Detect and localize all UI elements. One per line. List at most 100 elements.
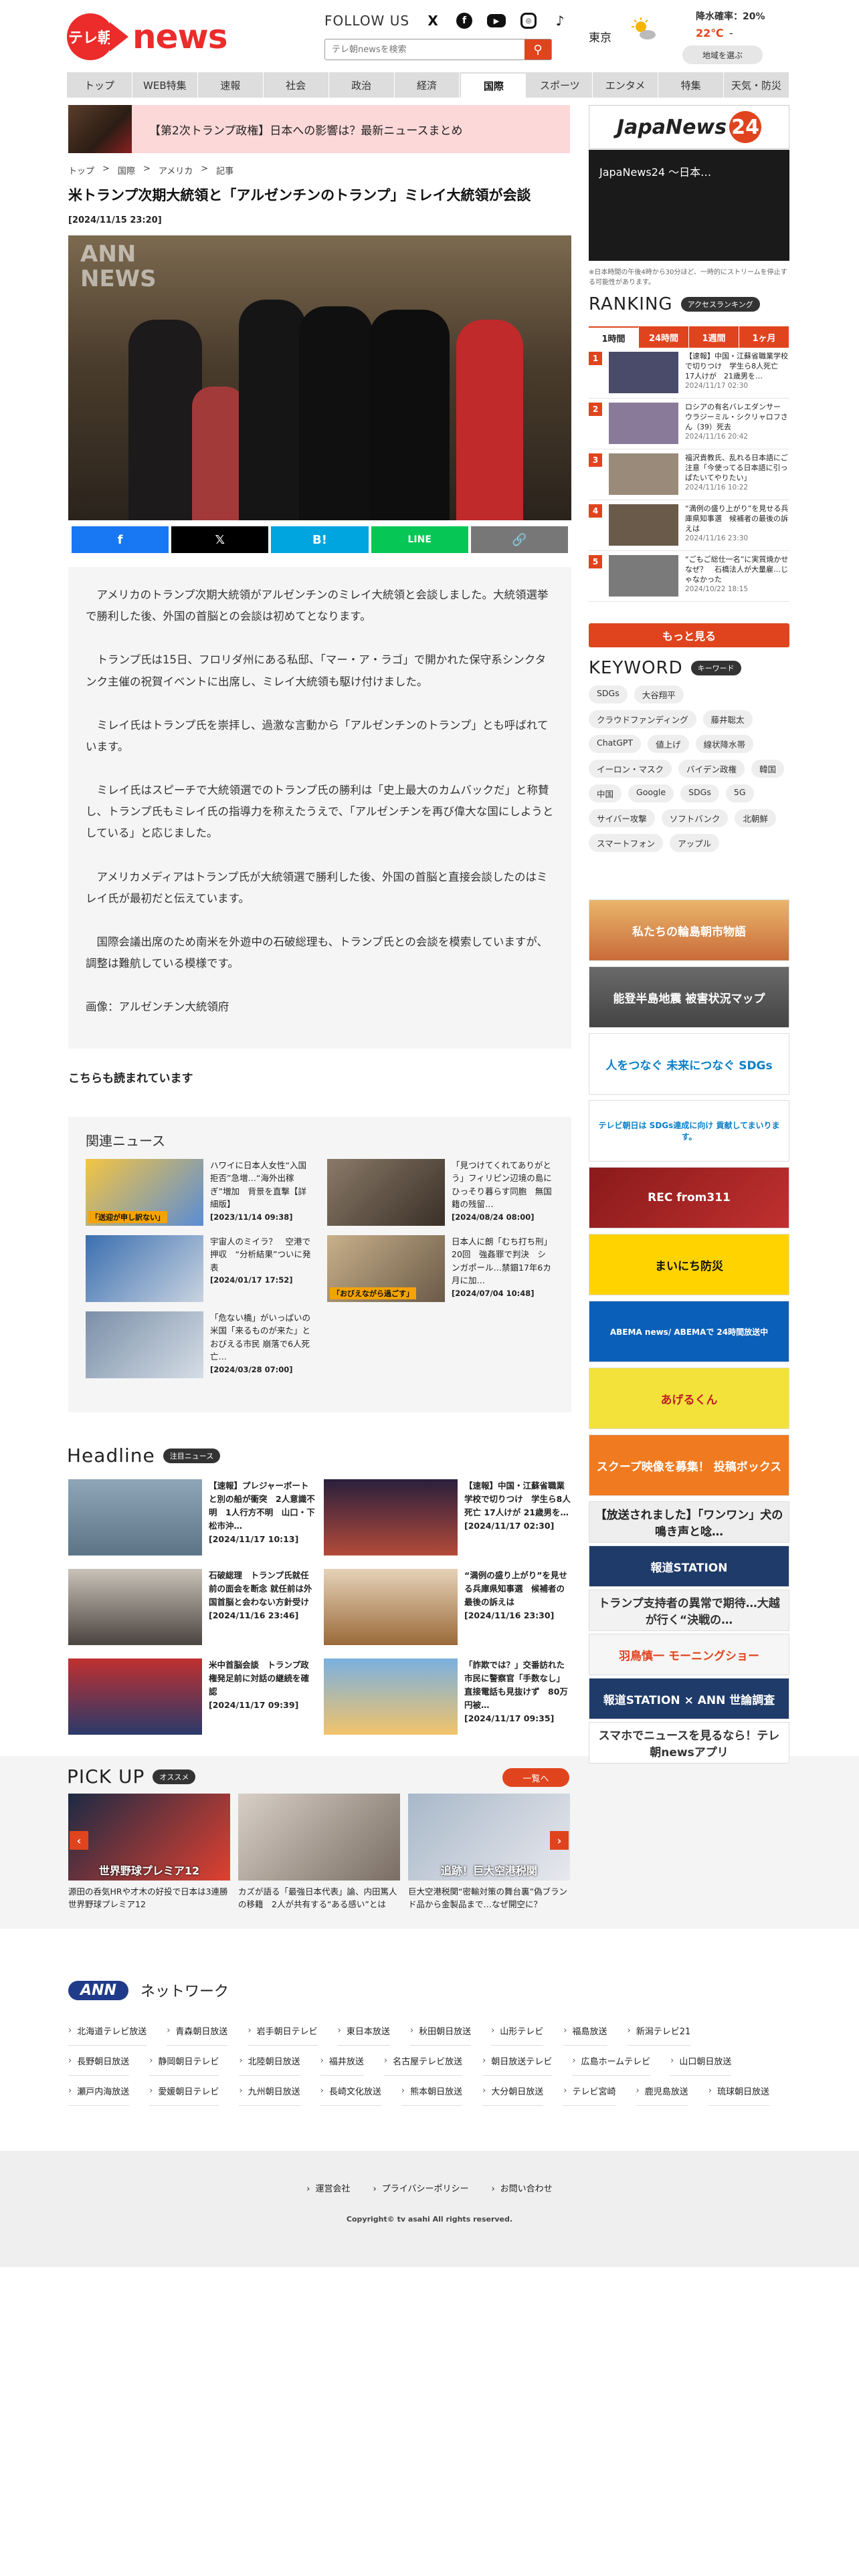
tiktok-icon[interactable]: ♪: [551, 12, 569, 29]
pickup-item[interactable]: 追跡！巨大空港税関 巨大空港税関“密輸対策の舞台裏”偽ブランド品から金製品まで…な…: [408, 1794, 570, 1911]
network-station-link[interactable]: 秋田朝日放送: [409, 2016, 472, 2046]
ranking-item[interactable]: 2 ロシアの有名バレエダンサー ウラジーミル・シクリャロフさん（39）死去 2024…: [589, 399, 789, 449]
ranking-item[interactable]: 4 “満例の盛り上がり”を見せる兵庫県知事選 候補者の最後の訴えは 2024/11/…: [589, 500, 789, 551]
sidebar-banner[interactable]: 報道STATION × ANN 世論調査: [589, 1678, 789, 1719]
keyword-tag[interactable]: Google: [628, 784, 674, 802]
share-line-button[interactable]: LINE: [371, 526, 468, 553]
network-station-link[interactable]: 広島ホームテレビ: [572, 2046, 651, 2076]
related-news-item[interactable]: 「危ない橋」がいっぱいの米国「来るものが来た」とおびえる市民 崩落で6人死亡… […: [86, 1311, 312, 1378]
nav-item[interactable]: 政治: [329, 72, 395, 98]
live-stream-player[interactable]: JapaNews24 ～日本…: [589, 150, 789, 261]
network-station-link[interactable]: 北海道テレビ放送: [68, 2016, 147, 2046]
carousel-prev-icon[interactable]: ‹: [70, 1831, 88, 1850]
sidebar-banner[interactable]: 私たちの輪島朝市物語: [589, 899, 789, 961]
sidebar-banner[interactable]: スマホでニュースを見るなら！テレ朝newsアプリ: [589, 1722, 789, 1763]
nav-item[interactable]: 社会: [264, 72, 329, 98]
network-station-link[interactable]: 東日本放送: [337, 2016, 390, 2046]
search-icon[interactable]: ⚲: [524, 39, 551, 60]
sidebar-banner[interactable]: あげるくん: [589, 1368, 789, 1429]
keyword-tag[interactable]: SDGs: [680, 784, 719, 802]
headline-item[interactable]: “満例の盛り上がり”を見せる兵庫県知事選 候補者の最後の訴えは [2024/11/…: [324, 1569, 571, 1645]
instagram-icon[interactable]: ◎: [520, 13, 537, 29]
network-station-link[interactable]: 新潟テレビ21: [627, 2016, 691, 2046]
sidebar-banner[interactable]: トランプ支持者の異常で期待…大越が行く“決戦の…: [589, 1590, 789, 1631]
sidebar-banner[interactable]: 人をつなぐ 未来につなぐ SDGs: [589, 1033, 789, 1095]
share-facebook-button[interactable]: f: [72, 526, 169, 553]
keyword-tag[interactable]: ChatGPT: [589, 735, 642, 753]
nav-item[interactable]: 国際: [460, 72, 528, 98]
keyword-tag[interactable]: クラウドファンディング: [589, 710, 696, 728]
tab-24hour[interactable]: 24時間: [639, 326, 689, 348]
ranking-more-button[interactable]: もっと見る: [589, 623, 789, 647]
select-region-button[interactable]: 地域を選ぶ: [682, 45, 763, 64]
ranking-item[interactable]: 1 【速報】中国・江蘇省職業学校で切りつけ 学生ら8人死亡 17人けが 21歳男を…: [589, 348, 789, 399]
network-station-link[interactable]: 山口朝日放送: [670, 2046, 732, 2076]
nav-item[interactable]: 天気・防災: [724, 72, 789, 98]
headline-item[interactable]: 石破総理 トランプ氏就任前の面会を断念 就任前は外国首脳と会わない方針受け [20…: [68, 1569, 316, 1645]
network-station-link[interactable]: 愛媛朝日テレビ: [149, 2076, 219, 2106]
sidebar-banner[interactable]: 報道STATION: [589, 1545, 789, 1587]
tab-1month[interactable]: 1ヶ月: [739, 326, 789, 348]
pickup-list-button[interactable]: 一覧へ: [502, 1768, 569, 1787]
breadcrumb-america[interactable]: アメリカ: [159, 164, 193, 177]
keyword-tag[interactable]: 線状降水帯: [695, 735, 754, 753]
sidebar-banner[interactable]: 能登半島地震 被害状況マップ: [589, 966, 789, 1028]
footer-privacy-link[interactable]: プライバシーポリシー: [373, 2181, 469, 2194]
keyword-tag[interactable]: 北朝鮮: [735, 809, 776, 827]
headline-item[interactable]: 【速報】中国・江蘇省職業学校で切りつけ 学生ら8人死亡 17人けが 21歳男を……: [324, 1479, 571, 1555]
sidebar-banner[interactable]: まいにち防災: [589, 1234, 789, 1295]
tab-1week[interactable]: 1週間: [689, 326, 739, 348]
japannews24-banner[interactable]: JapaNews 24: [589, 105, 789, 149]
network-station-link[interactable]: 福島放送: [563, 2016, 607, 2046]
ranking-item[interactable]: 3 福沢貴教氏、乱れる日本語にご注意「今使ってる日本語に引っぱたいてやりたい」 20…: [589, 449, 789, 500]
related-news-item[interactable]: 「見つけてくれてありがとう」フィリピン辺境の島にひっそり暮らす同胞 無国籍の残留…: [327, 1159, 554, 1226]
sidebar-banner[interactable]: 【放送されました】「ワンワン」犬の鳴き声と唸…: [589, 1501, 789, 1543]
network-station-link[interactable]: 熊本朝日放送: [401, 2076, 463, 2106]
headline-item[interactable]: 「詐欺では？」交番訪れた市民に警察官「手数なし」直接電話も見抜けず 80万円被……: [324, 1658, 571, 1735]
nav-item[interactable]: 経済: [395, 72, 460, 98]
network-station-link[interactable]: 岩手朝日テレビ: [248, 2016, 318, 2046]
network-station-link[interactable]: テレビ宮崎: [563, 2076, 616, 2106]
share-hatena-button[interactable]: B!: [271, 526, 369, 553]
related-news-item[interactable]: 「送迎が申し訳ない」 ハワイに日本人女性“入国拒否”急増…“海外出稼ぎ”増加 背景…: [86, 1159, 312, 1226]
sidebar-banner[interactable]: REC from311: [589, 1167, 789, 1228]
network-station-link[interactable]: 瀬戸内海放送: [68, 2076, 130, 2106]
headline-item[interactable]: 【速報】プレジャーボートと別の船が衝突 2人意識不明 1人行方不明 山口・下松市…: [68, 1479, 316, 1555]
keyword-tag[interactable]: 値上げ: [648, 735, 689, 753]
network-station-link[interactable]: 朝日放送テレビ: [482, 2046, 553, 2076]
related-news-item[interactable]: 「おびえながら過ごす」 日本人に朗「むち打ち刑」20回 強姦罪で判決 シンガポール…: [327, 1235, 554, 1302]
network-station-link[interactable]: 福井放送: [320, 2046, 364, 2076]
network-station-link[interactable]: 名古屋テレビ放送: [383, 2046, 463, 2076]
keyword-tag[interactable]: 藤井聡太: [702, 710, 753, 728]
ranking-item[interactable]: 5 “ごもご総仕一名”に実質焼かせ なぜ？ 石橋法人が大量雇…じゃなかった 2024…: [589, 551, 795, 602]
network-station-link[interactable]: 琉球朝日放送: [708, 2076, 769, 2106]
pickup-item[interactable]: カズが語る「最強日本代表」論、内田篤人の移籍 2人が共有する“ある感い”とは: [238, 1794, 400, 1911]
keyword-tag[interactable]: 韓国: [751, 760, 785, 778]
trump-feature-banner[interactable]: 【第2次トランプ政権】日本への影響は？最新ニュースまとめ: [68, 105, 570, 153]
search-input[interactable]: [325, 39, 524, 60]
sidebar-banner[interactable]: テレビ朝日は SDGs達成に向け 貢献してまいります。: [589, 1100, 789, 1162]
network-station-link[interactable]: 山形テレビ: [491, 2016, 544, 2046]
sidebar-banner[interactable]: ABEMA news/ ABEMAで 24時間放送中: [589, 1301, 789, 1362]
keyword-tag[interactable]: 5G: [725, 784, 754, 802]
keyword-tag[interactable]: 中国: [589, 784, 622, 802]
site-logo[interactable]: テレ朝 news: [67, 13, 227, 60]
network-station-link[interactable]: 鹿児島放送: [636, 2076, 688, 2106]
headline-item[interactable]: 米中首脳会談 トランプ政権発足前に対話の継続を確認 [2024/11/17 09:…: [68, 1658, 316, 1735]
network-station-link[interactable]: 長崎文化放送: [320, 2076, 381, 2106]
keyword-tag[interactable]: ソフトバンク: [661, 809, 729, 827]
copy-link-button[interactable]: 🔗: [470, 526, 569, 553]
network-station-link[interactable]: 九州朝日放送: [239, 2076, 300, 2106]
network-station-link[interactable]: 静岡朝日テレビ: [149, 2046, 219, 2076]
keyword-tag[interactable]: バイデン政権: [678, 760, 745, 778]
share-x-button[interactable]: 𝕏: [171, 526, 269, 553]
footer-company-link[interactable]: 運営会社: [306, 2181, 351, 2194]
keyword-tag[interactable]: 大谷翔平: [634, 685, 684, 704]
pickup-item[interactable]: 世界野球プレミア12 源田の呑気HRや才木の好投で日本は3連勝 世界野球プレミア1…: [68, 1794, 236, 1911]
nav-item[interactable]: 特集: [658, 72, 725, 98]
network-station-link[interactable]: 北陸朝日放送: [239, 2046, 300, 2076]
breadcrumb-international[interactable]: 国際: [118, 164, 135, 177]
nav-item[interactable]: エンタメ: [593, 72, 659, 98]
carousel-next-icon[interactable]: ›: [550, 1831, 569, 1850]
sidebar-banner[interactable]: スクープ映像を募集！ 投稿ボックス: [589, 1434, 789, 1496]
